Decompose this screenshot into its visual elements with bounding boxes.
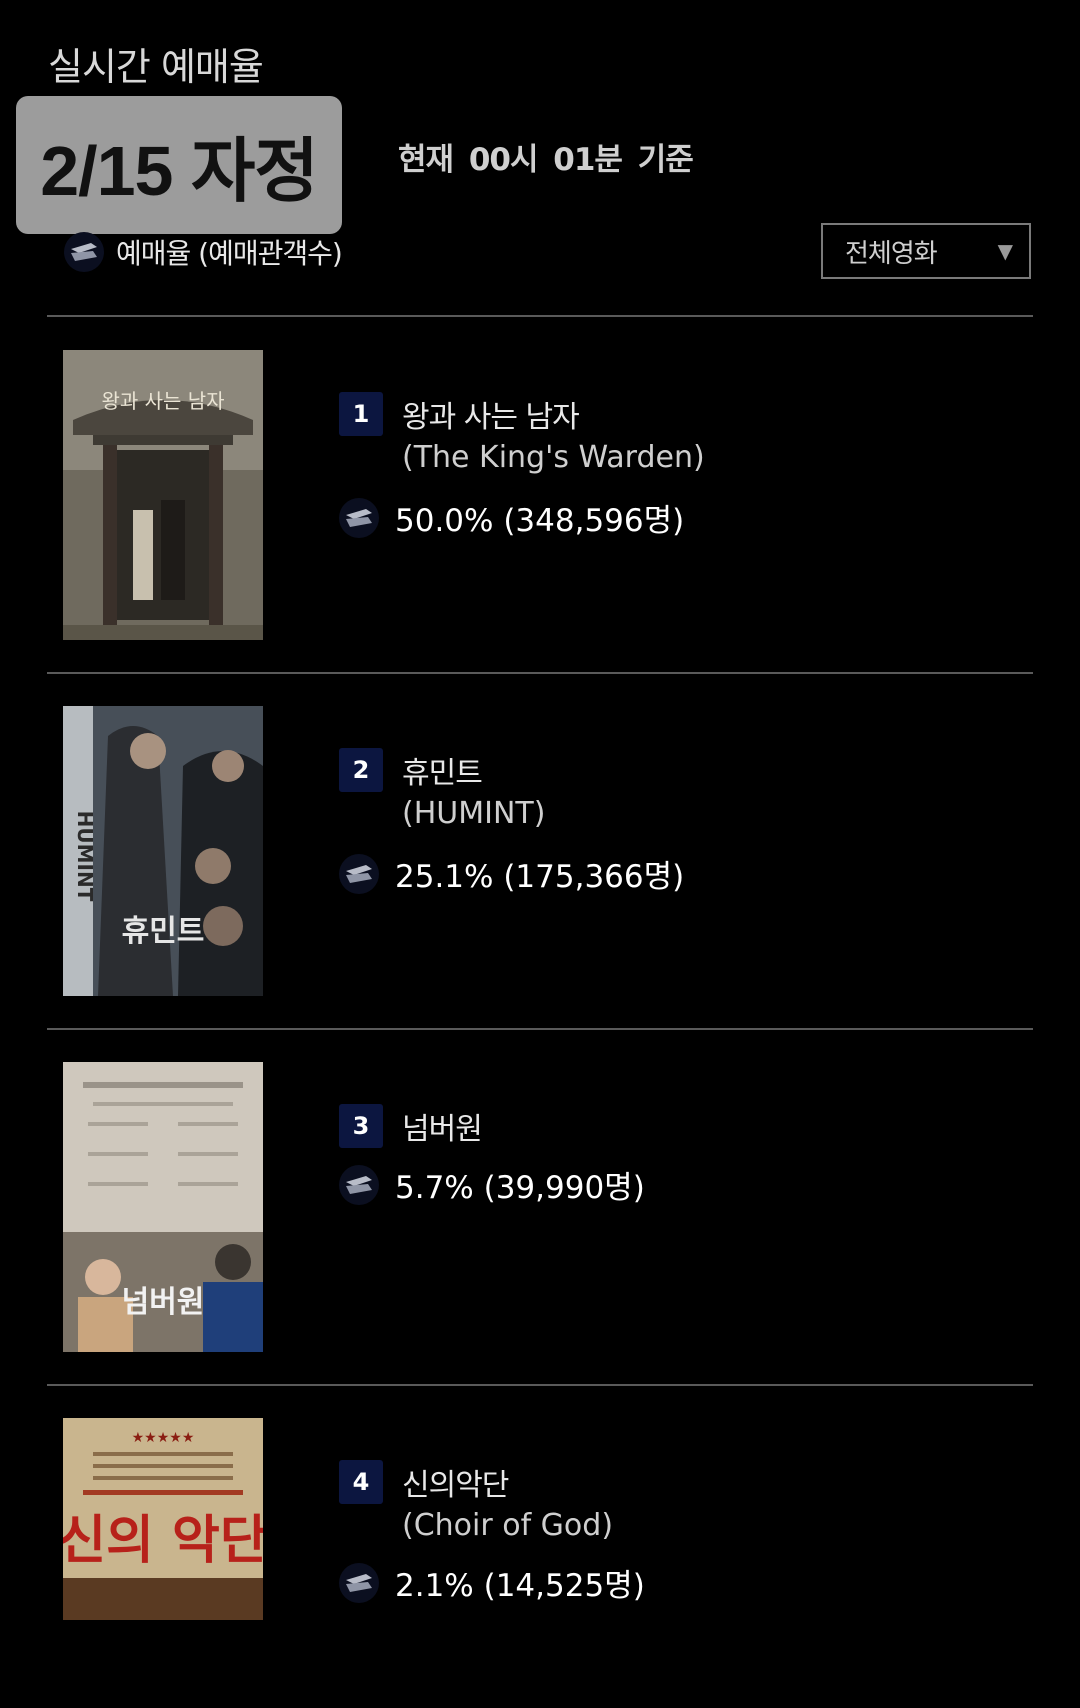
movie-poster[interactable]: 왕과 사는 남자 bbox=[63, 350, 263, 640]
rank-badge: 4 bbox=[339, 1460, 383, 1504]
poster-title-text: 신의 악단 bbox=[63, 1511, 263, 1571]
divider bbox=[47, 1028, 1033, 1030]
booking-rate: 25.1% (175,366명) bbox=[339, 851, 684, 896]
ticket-icon bbox=[64, 232, 104, 272]
poster-title-text: 휴민트 bbox=[122, 914, 205, 949]
divider bbox=[47, 1384, 1033, 1386]
poster-title-text: 왕과 사는 남자 bbox=[101, 389, 224, 413]
ticket-icon bbox=[339, 1562, 379, 1603]
movie-poster[interactable]: HUMINT 휴민트 bbox=[63, 706, 263, 996]
booking-rate-text: 5.7% (39,990명) bbox=[395, 1170, 645, 1206]
ticket-icon bbox=[339, 1164, 379, 1205]
ticket-icon bbox=[339, 853, 379, 894]
movie-row[interactable]: ★★★★★ 신의 악단 4 신의악단 (Choir of God) 2.1% (… bbox=[0, 1418, 1080, 1708]
movie-poster[interactable]: 넘버원 bbox=[63, 1062, 263, 1352]
filter-selected-value: 전체영화 bbox=[845, 238, 938, 269]
movie-row[interactable]: HUMINT 휴민트 2 휴민트 (HUMINT) 25.1% (175,366… bbox=[0, 706, 1080, 996]
rank-badge: 2 bbox=[339, 748, 383, 792]
booking-rate-text: 25.1% (175,366명) bbox=[395, 859, 685, 895]
booking-rate: 2.1% (14,525명) bbox=[339, 1560, 645, 1605]
booking-rate: 50.0% (348,596명) bbox=[339, 495, 684, 540]
poster-title-text: 넘버원 bbox=[122, 1285, 205, 1320]
movie-english-title: (Choir of God) bbox=[402, 1508, 614, 1543]
movie-title[interactable]: 넘버원 bbox=[402, 1104, 483, 1148]
movie-row[interactable]: 넘버원 3 넘버원 5.7% (39,990명) bbox=[0, 1062, 1080, 1352]
movie-english-title: (HUMINT) bbox=[402, 796, 546, 831]
movie-filter-select[interactable]: 전체영화 ▼ bbox=[821, 223, 1031, 279]
rank-badge: 1 bbox=[339, 392, 383, 436]
poster-stars: ★★★★★ bbox=[132, 1430, 195, 1446]
movie-title[interactable]: 휴민트 bbox=[402, 748, 483, 792]
movie-poster[interactable]: ★★★★★ 신의 악단 bbox=[63, 1418, 263, 1620]
poster-side-text: HUMINT bbox=[73, 811, 97, 902]
movie-title[interactable]: 신의악단 bbox=[402, 1460, 509, 1504]
movie-title[interactable]: 왕과 사는 남자 bbox=[402, 392, 580, 436]
booking-rate-text: 2.1% (14,525명) bbox=[395, 1568, 645, 1604]
legend-label: 예매율 (예매관객수) bbox=[116, 237, 343, 270]
time-basis: 현재 00시 01분 기준 bbox=[398, 142, 694, 178]
page-title: 실시간 예매율 bbox=[48, 45, 264, 89]
divider bbox=[47, 672, 1033, 674]
movie-english-title: (The King's Warden) bbox=[402, 440, 705, 475]
date-badge: 2/15 자정 bbox=[16, 96, 342, 234]
ticket-icon bbox=[339, 497, 379, 538]
booking-rate: 5.7% (39,990명) bbox=[339, 1162, 645, 1207]
chevron-down-icon: ▼ bbox=[997, 239, 1013, 263]
booking-rate-text: 50.0% (348,596명) bbox=[395, 503, 685, 539]
movie-row[interactable]: 왕과 사는 남자 1 왕과 사는 남자 (The King's Warden) … bbox=[0, 350, 1080, 640]
rank-badge: 3 bbox=[339, 1104, 383, 1148]
legend: 예매율 (예매관객수) bbox=[64, 232, 343, 272]
divider bbox=[47, 315, 1033, 317]
